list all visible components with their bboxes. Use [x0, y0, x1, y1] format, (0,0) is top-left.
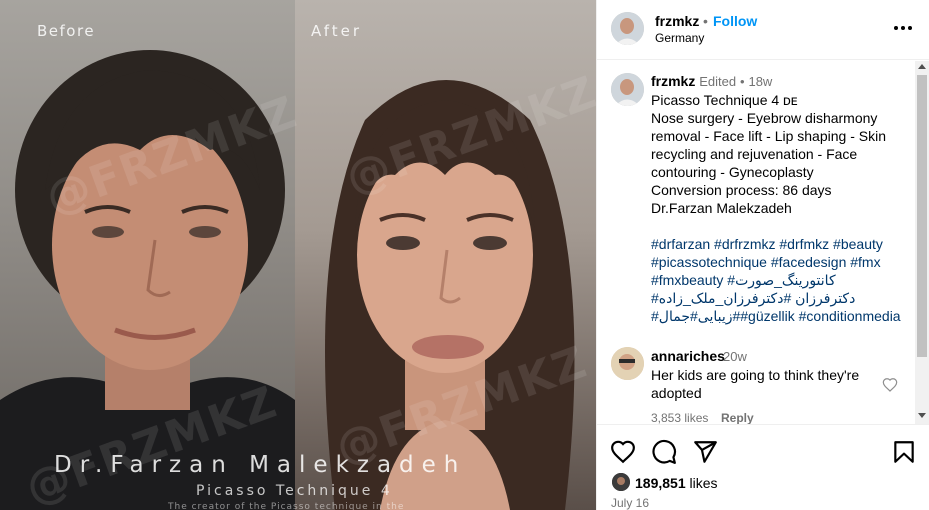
caption-line: recycling and rejuvenation - Face — [651, 146, 858, 162]
location-link[interactable]: Germany — [655, 31, 704, 45]
caption-line: removal - Face lift - Lip shaping - Skin — [651, 128, 886, 144]
scroll-down-arrow-icon[interactable] — [918, 413, 926, 418]
share-icon[interactable] — [692, 439, 718, 465]
separator-dot: • — [740, 74, 745, 89]
post-actions: 189,851 likes July 16 — [597, 424, 929, 510]
edited-label: Edited — [699, 74, 737, 89]
caption-line: Picasso Technique 4 ᴅᴇ — [651, 92, 798, 108]
caption-line: Nose surgery - Eyebrow disharmony — [651, 110, 878, 126]
post-date: July 16 — [611, 496, 650, 510]
post-image[interactable]: @FRZMKZ @FRZMKZ @FRZMKZ @FRZMKZ Before A… — [0, 0, 596, 510]
hashtag-line[interactable]: #drfarzan #drfrzmkz #drfmkz #beauty — [651, 235, 913, 253]
profile-photo-icon — [611, 73, 644, 106]
heart-icon[interactable] — [882, 377, 898, 393]
post-header: frzmkz • Follow Germany — [597, 0, 929, 60]
comments-scrollbar[interactable] — [915, 61, 929, 424]
avatar[interactable] — [611, 347, 644, 380]
before-label: Before — [37, 22, 96, 40]
hashtag-line[interactable]: #زیبایی#جمال##güzellik #conditionmedia — [651, 307, 913, 325]
scroll-up-arrow-icon[interactable] — [918, 64, 926, 69]
scrollbar-thumb[interactable] — [917, 75, 927, 357]
likes-number: 189,851 — [635, 475, 686, 491]
hashtags: #drfarzan #drfrzmkz #drfmkz #beauty #pic… — [651, 235, 913, 325]
after-label: After — [311, 22, 363, 40]
header-username[interactable]: frzmkz — [655, 13, 699, 29]
likes-count[interactable]: 189,851 likes — [635, 475, 718, 491]
reply-button[interactable]: Reply — [721, 411, 754, 424]
follow-button[interactable]: Follow — [713, 13, 757, 29]
comment-time: 20w — [723, 349, 747, 364]
caption-line: Conversion process: 86 days — [651, 182, 832, 198]
caption-text: Picasso Technique 4 ᴅᴇ Nose surgery - Ey… — [651, 91, 913, 325]
hashtag-line[interactable]: #fmxbeauty #کانتورینگ_صورت — [651, 271, 913, 289]
caption-line: contouring - Gynecoplasty — [651, 164, 814, 180]
comment-likes[interactable]: 3,853 likes — [651, 411, 708, 424]
hashtag-line[interactable]: #دکترفرزان #دکترفرزان_ملک_زاده — [651, 289, 913, 307]
caption-username[interactable]: frzmkz — [651, 73, 695, 89]
comments-section[interactable]: frzmkz Edited • 18w Picasso Technique 4 … — [597, 61, 917, 424]
caption-time: 18w — [748, 74, 773, 89]
caption-line: Dr.Farzan Malekzadeh — [651, 200, 792, 216]
bookmark-icon[interactable] — [891, 439, 917, 465]
comment-icon[interactable] — [651, 439, 677, 465]
profile-photo-icon — [611, 347, 644, 380]
caption-meta: frzmkz Edited • 18w — [651, 73, 772, 89]
likes-word: likes — [689, 475, 718, 491]
more-horizontal-icon[interactable] — [893, 20, 913, 36]
heart-icon[interactable] — [610, 439, 636, 465]
profile-photo-icon — [612, 473, 630, 491]
avatar[interactable] — [611, 12, 644, 45]
post-panel: frzmkz • Follow Germany frzmkz Edited • … — [596, 0, 929, 510]
comment-text: Her kids are going to think they're adop… — [651, 367, 860, 401]
avatar[interactable] — [612, 473, 630, 491]
technique-caption: Picasso Technique 4 — [196, 483, 393, 499]
doctor-name-caption: Dr.Farzan Malekzadeh — [54, 452, 467, 478]
separator-dot: • — [703, 13, 708, 29]
hashtag-line[interactable]: #picassotechnique #facedesign #fmx — [651, 253, 913, 271]
avatar[interactable] — [611, 73, 644, 106]
comment-username[interactable]: annariches — [651, 348, 725, 364]
creator-caption: The creator of the Picasso technique in … — [168, 502, 405, 510]
profile-photo-icon — [611, 12, 644, 45]
